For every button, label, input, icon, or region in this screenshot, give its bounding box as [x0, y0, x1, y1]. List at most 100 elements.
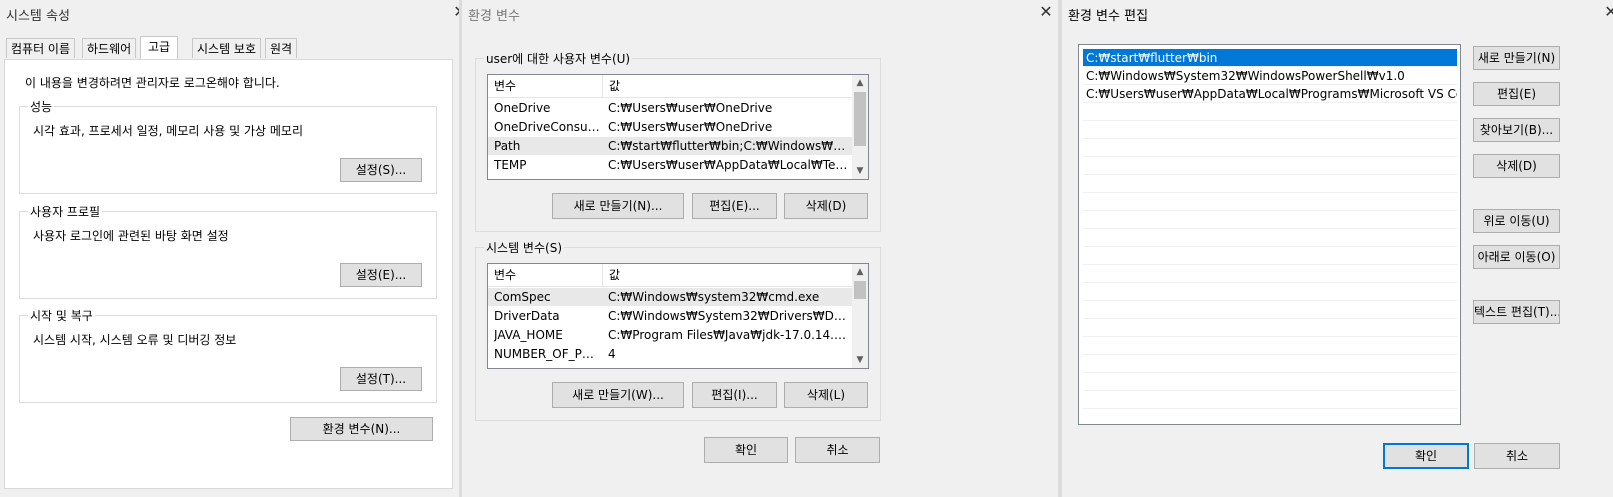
edit-path-button[interactable]: 편집(E)	[1473, 82, 1560, 106]
edit-text-button[interactable]: 텍스트 편집(T)...	[1473, 300, 1560, 324]
close-icon[interactable]: ✕	[450, 2, 459, 22]
close-icon[interactable]: ✕	[1601, 2, 1613, 22]
list-item[interactable]: C:₩Windows₩System32₩WindowsPowerShell₩v1…	[1083, 67, 1457, 85]
cancel-button[interactable]: 취소	[1474, 443, 1560, 469]
list-item[interactable]: C:₩start₩flutter₩bin	[1083, 49, 1457, 67]
system-variables-legend: 시스템 변수(S)	[486, 241, 562, 255]
vertical-scrollbar[interactable]: ▲ ▼	[852, 75, 868, 179]
tab-advanced[interactable]: 고급	[140, 36, 179, 60]
window-title: 환경 변수	[468, 9, 520, 24]
system-edit-button[interactable]: 편집(I)...	[692, 382, 777, 408]
window-title: 환경 변수 편집	[1068, 9, 1149, 24]
system-delete-button[interactable]: 삭제(L)	[784, 382, 868, 408]
user-delete-button[interactable]: 삭제(D)	[784, 193, 868, 219]
environment-variables-window: 환경 변수 ✕ user에 대한 사용자 변수(U) 변수 값 OneDrive…	[462, 0, 1058, 497]
empty-list-item[interactable]	[1083, 193, 1457, 211]
scroll-up-icon[interactable]: ▲	[852, 264, 868, 280]
startup-recovery-legend: 시작 및 복구	[30, 309, 93, 323]
path-list[interactable]: C:₩start₩flutter₩bin C:₩Windows₩System32…	[1078, 44, 1461, 425]
window-title: 시스템 속성	[6, 9, 70, 24]
user-variables-list[interactable]: 변수 값 OneDrive C:₩Users₩user₩OneDrive One…	[487, 74, 869, 180]
system-new-button[interactable]: 새로 만들기(W)...	[552, 382, 684, 408]
user-new-button[interactable]: 새로 만들기(N)...	[552, 193, 684, 219]
variable-name: JAVA_HOME	[494, 328, 563, 342]
empty-list-item[interactable]	[1083, 229, 1457, 247]
table-row[interactable]: OneDrive C:₩Users₩user₩OneDrive	[488, 99, 852, 117]
startup-recovery-desc: 시스템 시작, 시스템 오류 및 디버깅 정보	[33, 333, 237, 347]
variable-value: C:₩Users₩user₩AppData₩Local₩Temp	[608, 158, 848, 172]
tab-remote[interactable]: 원격	[265, 38, 298, 58]
column-header-variable[interactable]: 변수	[488, 264, 602, 286]
scroll-down-icon[interactable]: ▼	[852, 352, 868, 368]
user-profile-desc: 사용자 로그인에 관련된 바탕 화면 설정	[33, 229, 229, 243]
user-edit-button[interactable]: 편집(E)...	[692, 193, 777, 219]
startup-recovery-settings-button[interactable]: 설정(T)...	[340, 367, 422, 391]
column-header-value[interactable]: 값	[602, 264, 852, 286]
environment-variables-button[interactable]: 환경 변수(N)...	[290, 417, 433, 441]
empty-list-item[interactable]	[1083, 247, 1457, 265]
admin-note: 이 내용을 변경하려면 관리자로 로그온해야 합니다.	[25, 76, 280, 90]
list-header: 변수 값	[488, 264, 868, 287]
variable-name: DriverData	[494, 309, 560, 323]
empty-list-item[interactable]	[1083, 211, 1457, 229]
user-profile-settings-button[interactable]: 설정(E)...	[340, 263, 422, 287]
tab-hardware[interactable]: 하드웨어	[82, 38, 137, 58]
move-down-button[interactable]: 아래로 이동(O)	[1473, 245, 1560, 269]
variable-value: C:₩Users₩user₩OneDrive	[608, 101, 773, 115]
table-row[interactable]: TEMP C:₩Users₩user₩AppData₩Local₩Temp	[488, 156, 852, 174]
empty-list-item[interactable]	[1083, 139, 1457, 157]
variable-value: 4	[608, 347, 616, 361]
ok-button[interactable]: 확인	[1383, 443, 1469, 469]
empty-list-item[interactable]	[1083, 265, 1457, 283]
ok-button[interactable]: 확인	[704, 437, 788, 463]
performance-legend: 성능	[30, 100, 53, 114]
vertical-scrollbar[interactable]: ▲ ▼	[852, 264, 868, 368]
scroll-down-icon[interactable]: ▼	[852, 163, 868, 179]
variable-name: OneDriveConsumer	[494, 120, 602, 134]
tab-computer-name[interactable]: 컴퓨터 이름	[6, 38, 76, 58]
empty-list-item[interactable]	[1083, 121, 1457, 139]
cancel-button[interactable]: 취소	[795, 437, 880, 463]
performance-settings-button[interactable]: 설정(S)...	[340, 158, 422, 182]
empty-list-item[interactable]	[1083, 157, 1457, 175]
column-header-value[interactable]: 값	[602, 75, 852, 97]
empty-list-item[interactable]	[1083, 283, 1457, 301]
performance-desc: 시각 효과, 프로세서 일정, 메모리 사용 및 가상 메모리	[33, 124, 303, 138]
variable-name: NUMBER_OF_PRO...	[494, 347, 602, 361]
user-variables-legend: user에 대한 사용자 변수(U)	[486, 52, 631, 66]
scroll-thumb[interactable]	[854, 281, 866, 299]
tab-panel: 이 내용을 변경하려면 관리자로 로그온해야 합니다. 성능 시각 효과, 프로…	[4, 59, 453, 489]
empty-list-item[interactable]	[1083, 391, 1457, 409]
list-item[interactable]: C:₩Users₩user₩AppData₩Local₩Programs₩Mic…	[1083, 85, 1457, 103]
variable-name: Path	[494, 139, 521, 153]
empty-list-item[interactable]	[1083, 337, 1457, 355]
empty-list-item[interactable]	[1083, 301, 1457, 319]
table-row[interactable]: OneDriveConsumer C:₩Users₩user₩OneDrive	[488, 118, 852, 136]
scroll-thumb[interactable]	[854, 92, 866, 146]
system-variables-list[interactable]: 변수 값 ComSpec C:₩Windows₩system32₩cmd.exe…	[487, 263, 869, 369]
table-row[interactable]: Path C:₩start₩flutter₩bin;C:₩Windows₩Sys…	[488, 137, 852, 155]
table-row[interactable]: ComSpec C:₩Windows₩system32₩cmd.exe	[488, 288, 852, 306]
delete-path-button[interactable]: 삭제(D)	[1473, 154, 1560, 178]
system-properties-window: 시스템 속성 ✕ 컴퓨터 이름 하드웨어 고급 시스템 보호 원격 이 내용을 …	[0, 0, 459, 497]
empty-list-item[interactable]	[1083, 355, 1457, 373]
browse-button[interactable]: 찾아보기(B)...	[1473, 118, 1560, 142]
variable-value: C:₩Windows₩system32₩cmd.exe	[608, 290, 820, 304]
scroll-up-icon[interactable]: ▲	[852, 75, 868, 91]
empty-list-item[interactable]	[1083, 175, 1457, 193]
user-profile-legend: 사용자 프로필	[30, 205, 101, 219]
variable-value: C:₩start₩flutter₩bin;C:₩Windows₩System..…	[608, 139, 848, 153]
table-row[interactable]: JAVA_HOME C:₩Program Files₩Java₩jdk-17.0…	[488, 326, 852, 344]
move-up-button[interactable]: 위로 이동(U)	[1473, 209, 1560, 233]
empty-list-item[interactable]	[1083, 319, 1457, 337]
empty-list-item[interactable]	[1083, 373, 1457, 391]
table-row[interactable]: DriverData C:₩Windows₩System32₩Drivers₩D…	[488, 307, 852, 325]
close-icon[interactable]: ✕	[1036, 2, 1056, 22]
variable-value: C:₩Windows₩System32₩Drivers₩DriverData	[608, 309, 848, 323]
column-header-variable[interactable]: 변수	[488, 75, 602, 97]
variable-value: C:₩Users₩user₩OneDrive	[608, 120, 773, 134]
empty-list-item[interactable]	[1083, 103, 1457, 121]
new-path-button[interactable]: 새로 만들기(N)	[1473, 46, 1560, 70]
table-row[interactable]: NUMBER_OF_PRO... 4	[488, 345, 852, 363]
tab-system-protection[interactable]: 시스템 보호	[192, 38, 262, 58]
